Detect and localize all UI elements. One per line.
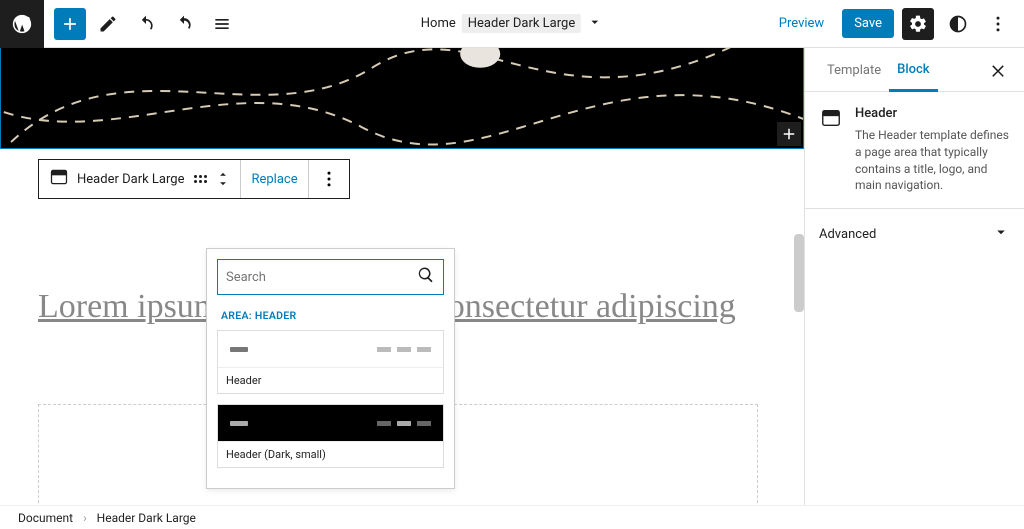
header-icon [819,106,843,130]
popover-item-preview [218,331,443,367]
block-toolbar-more[interactable] [309,160,349,198]
preview-button[interactable]: Preview [769,10,834,37]
main-layout: Header Dark Large Replace [0,48,1024,505]
sidebar-tabs: Template Block [805,48,1024,92]
header-block-preview[interactable] [0,48,804,149]
chevron-down-icon [587,14,603,34]
document-breadcrumb[interactable]: Home Header Dark Large [421,14,603,34]
block-toolbar-type[interactable]: Header Dark Large [39,160,241,198]
toolbar-right-group: Preview Save [769,8,1024,40]
replace-popover: AREA: HEADER Header Header (Dark, small) [206,248,455,489]
sidebar-block-card: Header The Header template defines a pag… [805,92,1024,209]
header-icon [49,167,69,191]
settings-sidebar: Template Block Header The Header templat… [804,48,1024,505]
search-icon [417,266,435,288]
drag-handle-icon[interactable] [192,171,208,187]
editor-canvas: Header Dark Large Replace [0,48,804,505]
save-button[interactable]: Save [842,9,894,38]
footer-crumb-current[interactable]: Header Dark Large [97,511,196,525]
breadcrumb-template: Header Dark Large [462,14,581,33]
scrollbar-thumb[interactable] [794,234,804,312]
move-up-down-buttons[interactable] [216,169,230,189]
sidebar-panel-advanced[interactable]: Advanced [805,209,1024,259]
close-sidebar-button[interactable] [986,58,1010,82]
more-options-button[interactable] [982,8,1014,40]
sidebar-panel-label: Advanced [819,227,876,242]
redo-button[interactable] [168,8,200,40]
top-toolbar: Home Header Dark Large Preview Save [0,0,1024,48]
popover-item-label: Header (Dark, small) [218,441,443,467]
styles-button[interactable] [942,8,974,40]
add-block-inline-button[interactable] [777,122,801,146]
tab-block[interactable]: Block [889,48,937,92]
edit-mode-button[interactable] [92,8,124,40]
popover-section-label: AREA: HEADER [217,295,444,330]
popover-item-preview [218,405,443,441]
block-toolbar-replace[interactable]: Replace [241,160,308,198]
footer-crumb-root[interactable]: Document [18,511,73,525]
wordpress-logo[interactable] [0,0,44,48]
block-toolbar: Header Dark Large Replace [38,159,350,199]
search-input[interactable] [226,270,417,285]
replace-button[interactable]: Replace [251,172,297,187]
footer-breadcrumb: Document › Header Dark Large [0,505,1024,529]
sidebar-block-description: The Header template defines a page area … [855,127,1010,194]
list-view-button[interactable] [206,8,238,40]
breadcrumb-root: Home [421,16,456,31]
toolbar-left-group [44,8,248,40]
block-toolbar-label: Header Dark Large [77,172,184,187]
popover-item-header[interactable]: Header [217,330,444,394]
tab-template[interactable]: Template [819,49,889,90]
add-block-button[interactable] [54,8,86,40]
sidebar-block-title: Header [855,106,1010,121]
undo-button[interactable] [130,8,162,40]
popover-item-label: Header [218,367,443,393]
popover-item-header-dark-small[interactable]: Header (Dark, small) [217,404,444,468]
settings-button[interactable] [902,8,934,40]
chevron-right-icon: › [83,511,87,525]
popover-search[interactable] [217,259,444,295]
chevron-down-icon [992,223,1010,245]
